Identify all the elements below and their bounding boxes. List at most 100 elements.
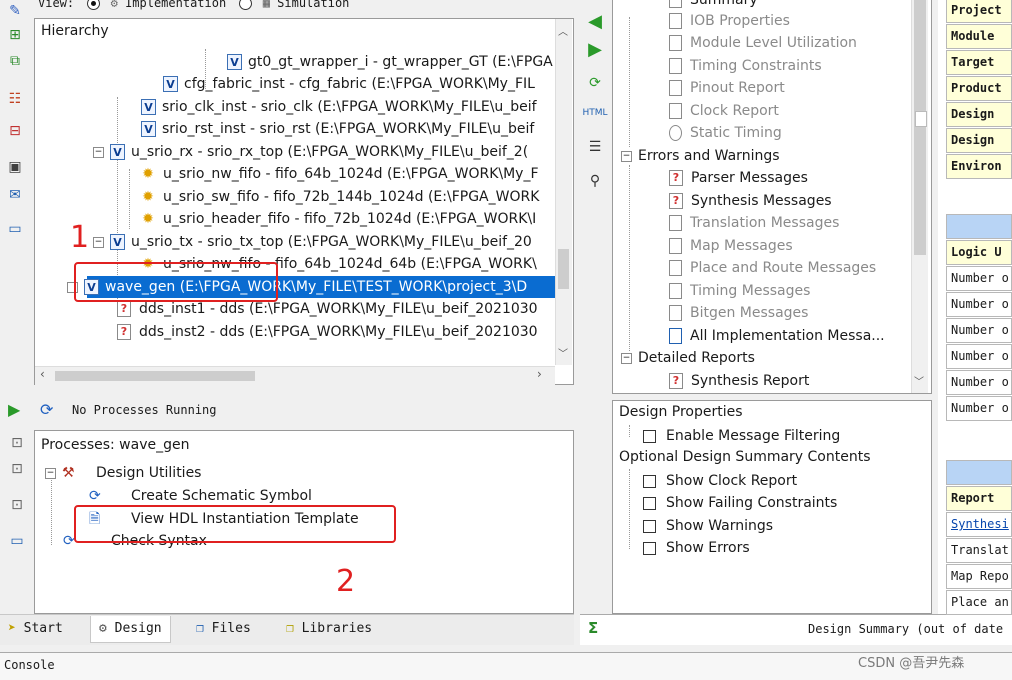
design-summary-tab[interactable]: Σ Design Summary (out of date bbox=[580, 614, 1012, 645]
scroll-thumb[interactable] bbox=[558, 249, 569, 289]
hierarchy-icon[interactable]: ☷ bbox=[4, 88, 26, 110]
summary-item-iob-properties[interactable]: IOB Properties bbox=[669, 10, 790, 32]
collapse-icon[interactable]: − bbox=[621, 150, 632, 162]
checkbox[interactable] bbox=[643, 519, 656, 533]
add-source-icon[interactable]: ⊞ bbox=[4, 24, 26, 46]
summary-item-synthesis-messages[interactable]: ? Synthesis Messages bbox=[669, 190, 832, 212]
start-icon: ➤ bbox=[8, 621, 16, 636]
remove-source-icon[interactable]: ⊟ bbox=[4, 120, 26, 142]
scroll-down-icon[interactable]: ﹀ bbox=[914, 373, 924, 388]
scroll-left-icon[interactable]: ‹ bbox=[40, 367, 45, 381]
process-prop-icon-3[interactable]: ⊡ bbox=[6, 494, 28, 516]
tab-start[interactable]: ➤ Start bbox=[8, 616, 63, 642]
tree-item-u-srio-rx[interactable]: − Vu_srio_rx - srio_rx_top (E:\FPGA_WORK\… bbox=[93, 141, 528, 163]
refresh-icon[interactable]: ⟳ bbox=[584, 72, 606, 94]
rerun-icon[interactable]: ⟳ bbox=[40, 400, 53, 419]
tools-icon: ⚒ bbox=[62, 465, 75, 481]
tree-item-dds-inst2[interactable]: ? dds_inst2 - dds (E:\FPGA_WORK\My_FILE\u… bbox=[117, 321, 538, 343]
sigma-icon: Σ bbox=[588, 619, 599, 637]
tree-item-u-srio-sw-fifo[interactable]: ✹ u_srio_sw_fifo - fifo_72b_144b_1024d (E… bbox=[141, 186, 539, 208]
back-icon[interactable]: ◀ bbox=[584, 10, 606, 32]
report-section-header-bar bbox=[946, 460, 1012, 485]
find-icon[interactable]: ⚲ bbox=[584, 170, 606, 192]
design-summary-icon[interactable]: ✉ bbox=[4, 184, 26, 206]
summary-item-static-timing[interactable]: Static Timing bbox=[669, 122, 782, 144]
tree-item-u-srio-tx[interactable]: − Vu_srio_tx - srio_tx_top (E:\FPGA_WORK\… bbox=[93, 231, 532, 253]
summary-item-par-messages[interactable]: Place and Route Messages bbox=[669, 257, 876, 279]
hierarchy-title: Hierarchy bbox=[41, 23, 109, 39]
logic-utilization-header: Logic U bbox=[946, 240, 1012, 265]
option-show-warnings[interactable]: Show Warnings bbox=[643, 515, 773, 537]
scroll-thumb[interactable] bbox=[914, 0, 926, 255]
document-icon bbox=[669, 260, 682, 276]
document-icon bbox=[669, 283, 682, 299]
report-link-synthesis[interactable]: Synthesi bbox=[946, 512, 1012, 537]
scroll-up-icon[interactable]: ︿ bbox=[558, 23, 568, 38]
collapse-icon[interactable]: − bbox=[45, 467, 56, 479]
summary-item-parser-messages[interactable]: ? Parser Messages bbox=[669, 167, 808, 189]
checkbox[interactable] bbox=[643, 541, 656, 555]
process-create-schematic-symbol[interactable]: ⟳ Create Schematic Symbol bbox=[89, 485, 312, 507]
enable-message-filtering[interactable]: Enable Message Filtering bbox=[643, 425, 840, 447]
process-design-utilities[interactable]: − ⚒ Design Utilities bbox=[45, 462, 201, 484]
process-prop-icon-2[interactable]: ⊡ bbox=[6, 458, 28, 480]
tree-item-cfg-fabric[interactable]: Vcfg_fabric_inst - cfg_fabric (E:\FPGA_W… bbox=[163, 73, 535, 95]
checkbox[interactable] bbox=[643, 474, 656, 488]
tree-item-srio-clk[interactable]: Vsrio_clk_inst - srio_clk (E:\FPGA_WORK\… bbox=[141, 96, 537, 118]
add-copy-source-icon[interactable]: ⧉ bbox=[4, 50, 26, 72]
forward-icon[interactable]: ▶ bbox=[584, 38, 606, 60]
collapse-icon[interactable]: − bbox=[93, 236, 104, 248]
files-icon: ❐ bbox=[196, 621, 204, 636]
option-show-clock-report[interactable]: Show Clock Report bbox=[643, 470, 797, 492]
summary-vscrollbar[interactable]: ﹀ bbox=[911, 0, 928, 393]
summary-item-timing-constraints[interactable]: Timing Constraints bbox=[669, 55, 822, 77]
implementation-radio[interactable] bbox=[87, 0, 101, 10]
summary-item-all-impl-messages[interactable]: All Implementation Messa... bbox=[669, 325, 885, 347]
window-icon[interactable]: ▭ bbox=[4, 218, 26, 240]
tree-item-u-srio-nw-fifo[interactable]: ✹ u_srio_nw_fifo - fifo_64b_1024d (E:\FPG… bbox=[141, 163, 538, 185]
option-show-errors[interactable]: Show Errors bbox=[643, 537, 750, 559]
summary-item-synthesis-report[interactable]: ? Synthesis Report bbox=[669, 370, 809, 392]
checkbox[interactable] bbox=[643, 496, 656, 510]
summary-item-bitgen-messages[interactable]: Bitgen Messages bbox=[669, 302, 808, 324]
summary-group-detailed-reports[interactable]: − Detailed Reports bbox=[621, 347, 755, 369]
window-icon[interactable]: ▭ bbox=[6, 530, 28, 552]
tab-files[interactable]: ❐ Files bbox=[196, 616, 251, 642]
hierarchy-hscrollbar[interactable]: ‹ › bbox=[35, 366, 555, 385]
document-icon bbox=[669, 0, 682, 8]
summary-item-module-utilization[interactable]: Module Level Utilization bbox=[669, 32, 857, 54]
tree-item-u-srio-header-fifo[interactable]: ✹ u_srio_header_fifo - fifo_72b_1024d (E:… bbox=[141, 208, 536, 230]
properties-icon[interactable]: ▣ bbox=[4, 156, 26, 178]
summary-item-map-messages[interactable]: Map Messages bbox=[669, 235, 793, 257]
scroll-thumb[interactable] bbox=[55, 371, 255, 381]
document-icon bbox=[669, 103, 682, 119]
process-prop-icon[interactable]: ⊡ bbox=[6, 432, 28, 454]
tree-item-srio-rst[interactable]: Vsrio_rst_inst - srio_rst (E:\FPGA_WORK\… bbox=[141, 118, 534, 140]
collapse-icon[interactable]: − bbox=[93, 146, 104, 158]
processes-title: Processes: wave_gen bbox=[41, 437, 190, 453]
summary-item-clock-report[interactable]: Clock Report bbox=[669, 100, 779, 122]
summary-item-translation-messages[interactable]: Translation Messages bbox=[669, 212, 839, 234]
html-icon[interactable]: HTML bbox=[582, 102, 607, 124]
tree-line bbox=[51, 475, 53, 545]
summary-group-errors-warnings[interactable]: − Errors and Warnings bbox=[621, 145, 780, 167]
tree-item-gt0-gt-wrapper[interactable]: Vgt0_gt_wrapper_i - gt_wrapper_GT (E:\FP… bbox=[227, 51, 553, 73]
list-icon[interactable]: ☰ bbox=[584, 136, 606, 158]
option-show-failing-constraints[interactable]: Show Failing Constraints bbox=[643, 492, 837, 514]
checkbox[interactable] bbox=[643, 429, 656, 443]
scroll-right-icon[interactable]: › bbox=[537, 367, 542, 381]
tab-design[interactable]: ⚙ Design bbox=[90, 616, 171, 643]
collapse-icon[interactable]: − bbox=[621, 352, 632, 364]
logic-row: Number o bbox=[946, 292, 1012, 317]
simulation-radio[interactable] bbox=[239, 0, 253, 10]
summary-item-timing-messages[interactable]: Timing Messages bbox=[669, 280, 810, 302]
new-source-icon[interactable]: ✎ bbox=[4, 0, 26, 22]
scroll-down-icon[interactable]: ﹀ bbox=[558, 345, 568, 360]
ip-core-icon: ✹ bbox=[142, 189, 154, 205]
design-icon: ⚙ bbox=[99, 621, 107, 636]
summary-item-pinout-report[interactable]: Pinout Report bbox=[669, 77, 785, 99]
run-icon[interactable]: ▶ bbox=[8, 400, 20, 419]
hierarchy-vscrollbar[interactable]: ︿ ﹀ bbox=[555, 19, 572, 365]
logic-section-header-bar bbox=[946, 214, 1012, 239]
tab-libraries[interactable]: ❐ Libraries bbox=[286, 616, 372, 642]
